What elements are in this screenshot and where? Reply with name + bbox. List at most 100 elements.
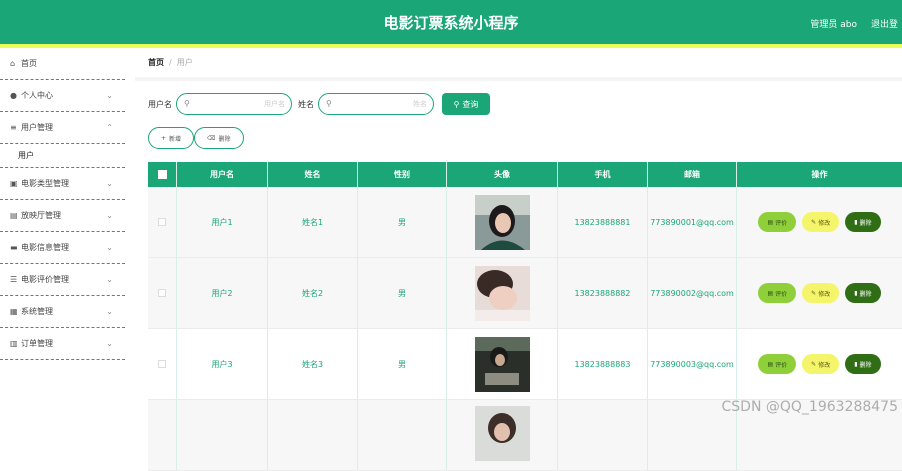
clipboard-icon: ▥ [10, 339, 21, 348]
cell-phone: 13823888883 [558, 329, 648, 399]
admin-user-label[interactable]: 管理员 abo [810, 17, 857, 30]
edit-button[interactable]: ✎修改 [802, 283, 839, 303]
cell-phone [558, 400, 648, 470]
cell-username: 用户3 [177, 329, 268, 399]
name-search-input[interactable] [339, 97, 427, 111]
username-search-input[interactable] [197, 97, 285, 111]
sidebar: ⌂ 首页 ● 个人中心 ⌄ ≡ 用户管理 ⌃ 用户 ▣ 电影类型管理 ⌄ ▤ 放… [0, 48, 125, 419]
table-row: 用户3 姓名3 男 13823888883 773890003@qq.com ▤… [148, 329, 902, 400]
query-button[interactable]: ⚲ 查询 [442, 93, 490, 115]
row-checkbox[interactable] [158, 360, 166, 368]
delete-button[interactable]: ▮删除 [845, 283, 880, 303]
select-all-checkbox[interactable] [158, 170, 167, 179]
breadcrumb-current: 用户 [177, 57, 193, 68]
column-header-avatar: 头像 [447, 162, 558, 187]
cell-name [268, 400, 358, 470]
chevron-down-icon: ⌄ [106, 243, 113, 252]
sidebar-item-home[interactable]: ⌂ 首页 [0, 48, 125, 80]
main-content: 首页 / 用户 用户名 ⚲ 姓名 ⚲ ⚲ 查询 + 新增 [135, 48, 902, 419]
query-button-label: 查询 [462, 99, 478, 110]
avatar [475, 406, 530, 461]
pencil-icon: ✎ [811, 290, 816, 297]
sidebar-item-reviews[interactable]: ☰ 电影评价管理 ⌄ [0, 264, 125, 296]
sidebar-subitem-users[interactable]: 用户 [0, 144, 125, 168]
sidebar-item-movie-types[interactable]: ▣ 电影类型管理 ⌄ [0, 168, 125, 200]
row-select-cell [148, 258, 177, 328]
table-header: 用户名 姓名 性别 头像 手机 邮箱 操作 [148, 162, 902, 187]
name-label: 姓名 [298, 99, 314, 110]
plus-icon: + [161, 135, 166, 142]
cell-phone: 13823888881 [558, 187, 648, 257]
sidebar-item-label: 放映厅管理 [21, 210, 61, 221]
batch-delete-label: 删除 [219, 134, 231, 143]
column-header-username: 用户名 [177, 162, 268, 187]
add-button[interactable]: + 新增 [148, 127, 194, 149]
monitor-icon: ▬ [10, 243, 21, 252]
cell-gender: 男 [358, 258, 447, 328]
cell-actions: ▤评价 ✎修改 ▮删除 [737, 187, 902, 257]
column-header-name: 姓名 [268, 162, 358, 187]
row-select-cell [148, 187, 177, 257]
sidebar-item-profile[interactable]: ● 个人中心 ⌄ [0, 80, 125, 112]
cell-gender: 男 [358, 187, 447, 257]
trash-icon: ▮ [854, 361, 857, 368]
list-icon: ≡ [10, 123, 21, 132]
chevron-down-icon: ⌄ [106, 211, 113, 220]
sidebar-item-movie-info[interactable]: ▬ 电影信息管理 ⌄ [0, 232, 125, 264]
sidebar-item-halls[interactable]: ▤ 放映厅管理 ⌄ [0, 200, 125, 232]
cell-email: 773890001@qq.com [648, 187, 737, 257]
sidebar-item-user-management[interactable]: ≡ 用户管理 ⌃ [0, 112, 125, 144]
sidebar-item-orders[interactable]: ▥ 订单管理 ⌄ [0, 328, 125, 360]
chevron-down-icon: ⌄ [106, 339, 113, 348]
document-icon: ▤ [767, 219, 773, 226]
briefcase-icon: ▣ [10, 179, 21, 188]
delete-button[interactable]: ▮删除 [845, 212, 880, 232]
cell-avatar [447, 258, 558, 328]
cell-username [177, 400, 268, 470]
sliders-icon: ☰ [10, 275, 21, 284]
delete-button[interactable]: ▮删除 [845, 354, 880, 374]
column-header-actions: 操作 [737, 162, 902, 187]
sidebar-item-system[interactable]: ▦ 系统管理 ⌄ [0, 296, 125, 328]
row-checkbox[interactable] [158, 289, 166, 297]
document-icon: ▤ [767, 361, 773, 368]
sidebar-item-label: 订单管理 [21, 338, 53, 349]
search-icon: ⚲ [454, 100, 460, 109]
user-table: 用户名 姓名 性别 头像 手机 邮箱 操作 用户1 姓名1 男 [148, 162, 902, 471]
username-label: 用户名 [148, 99, 172, 110]
sidebar-item-label: 用户管理 [21, 122, 53, 133]
row-checkbox[interactable] [158, 218, 166, 226]
table-row: 用户1 姓名1 男 13823888881 773890001@qq.com ▤… [148, 187, 902, 258]
pencil-icon: ✎ [811, 361, 816, 368]
column-header-phone: 手机 [558, 162, 648, 187]
select-all-cell [148, 162, 177, 187]
document-icon: ▤ [767, 290, 773, 297]
sidebar-item-label: 首页 [21, 58, 37, 69]
name-search-field[interactable]: ⚲ [318, 93, 434, 115]
cell-actions: ▤评价 ✎修改 ▮删除 [737, 258, 902, 328]
column-header-gender: 性别 [358, 162, 447, 187]
evaluate-label: 评价 [775, 289, 787, 298]
cell-avatar [447, 329, 558, 399]
logout-link[interactable]: 退出登 [871, 17, 898, 30]
edit-button[interactable]: ✎修改 [802, 212, 839, 232]
edit-label: 修改 [818, 360, 830, 369]
sidebar-item-label: 电影评价管理 [21, 274, 69, 285]
avatar [475, 266, 530, 321]
breadcrumb-home[interactable]: 首页 [148, 57, 164, 68]
pencil-icon: ✎ [811, 219, 816, 226]
evaluate-button[interactable]: ▤评价 [758, 212, 796, 232]
grid-icon: ▦ [10, 307, 21, 316]
top-bar: 电影订票系统小程序 管理员 abo 退出登 [0, 0, 902, 44]
evaluate-button[interactable]: ▤评价 [758, 283, 796, 303]
batch-delete-button[interactable]: ⌫ 删除 [194, 127, 244, 149]
sidebar-item-label: 电影信息管理 [21, 242, 69, 253]
sidebar-item-label: 系统管理 [21, 306, 53, 317]
breadcrumb-separator: / [169, 58, 172, 67]
document-icon: ▤ [10, 211, 21, 220]
edit-label: 修改 [818, 289, 830, 298]
edit-button[interactable]: ✎修改 [802, 354, 839, 374]
evaluate-button[interactable]: ▤评价 [758, 354, 796, 374]
username-search-field[interactable]: ⚲ [176, 93, 292, 115]
row-select-cell [148, 400, 177, 470]
